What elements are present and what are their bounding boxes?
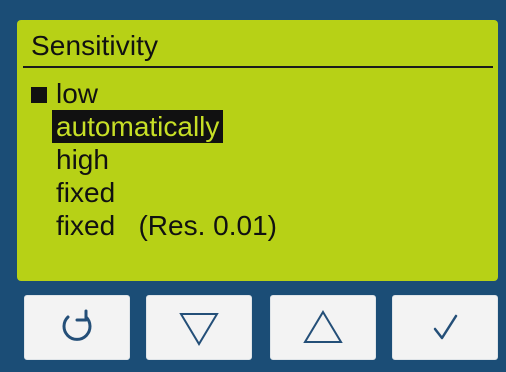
screen-title: Sensitivity (31, 30, 159, 61)
menu-item-fixed-res[interactable]: fixed (Res. 0.01) (30, 209, 480, 242)
confirm-button[interactable] (392, 295, 498, 360)
sensitivity-menu: low automatically high fixed fixed (Res.… (30, 77, 480, 242)
move-up-button[interactable] (270, 295, 376, 360)
triangle-up-icon (303, 309, 343, 343)
menu-item-fixed[interactable]: fixed (30, 176, 480, 209)
rotate-ccw-icon (62, 309, 92, 341)
menu-item-label: fixed (56, 177, 116, 208)
menu-item-automatically[interactable]: automatically (30, 110, 480, 143)
menu-item-low[interactable]: low (30, 77, 480, 110)
title-divider (23, 66, 493, 68)
button-bar (24, 295, 498, 360)
checkmark-icon (433, 314, 458, 339)
device-panel: Sensitivity low automatically high fixed… (0, 0, 506, 372)
triangle-down-icon (179, 312, 219, 346)
menu-item-high[interactable]: high (30, 143, 480, 176)
menu-item-label: high (56, 144, 109, 175)
menu-item-label: fixed (Res. 0.01) (56, 210, 277, 241)
back-rotate-button[interactable] (24, 295, 130, 360)
menu-item-label: low (56, 78, 99, 109)
active-selection-marker (31, 87, 47, 103)
move-down-button[interactable] (146, 295, 252, 360)
menu-item-label: automatically (52, 110, 224, 143)
lcd-screen: Sensitivity low automatically high fixed… (17, 20, 498, 281)
